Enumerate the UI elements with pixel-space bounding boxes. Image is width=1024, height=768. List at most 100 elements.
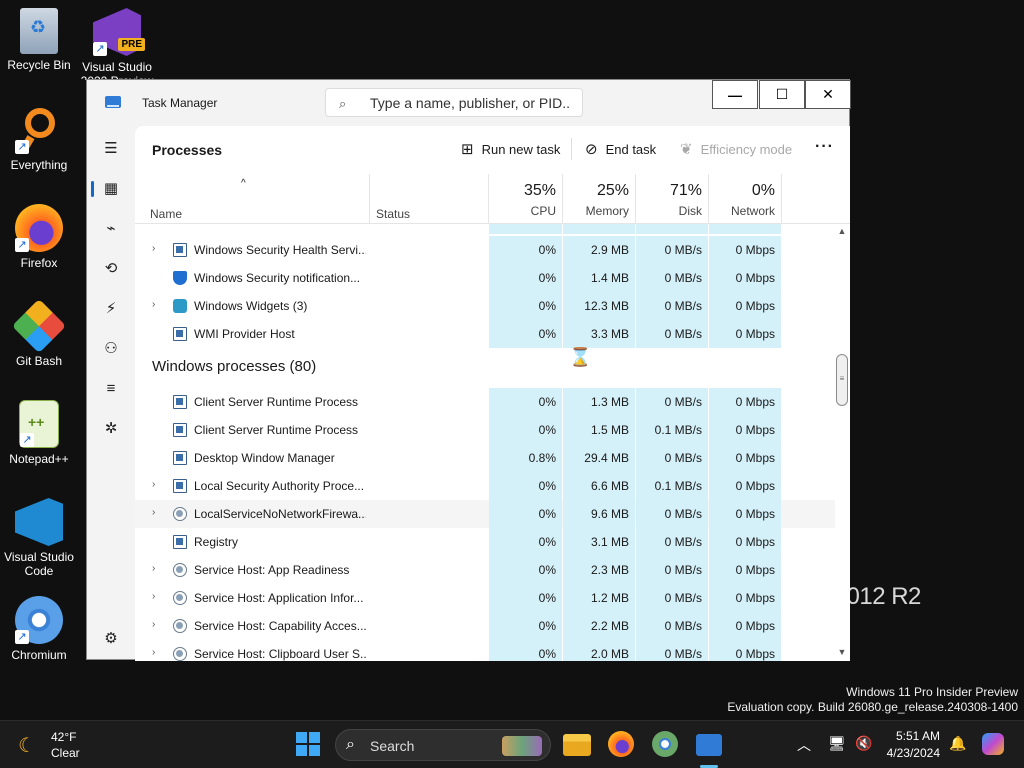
- vertical-scrollbar[interactable]: ▲ ≡ ▼: [835, 224, 849, 661]
- minimize-button[interactable]: —: [712, 80, 758, 109]
- desktop-icon-visual-studio[interactable]: PRE ↗ Visual Studio 2022 Preview: [79, 8, 155, 80]
- table-row[interactable]: WMI Provider Host 0% 3.3 MB 0 MB/s 0 Mbps: [135, 320, 835, 348]
- firefox-taskbar-icon[interactable]: [608, 731, 634, 757]
- show-hidden-icons-chevron-icon[interactable]: ︿: [797, 735, 811, 755]
- column-divider[interactable]: [635, 174, 636, 224]
- minimize-icon: —: [728, 86, 742, 103]
- column-header-disk[interactable]: 71% Disk: [636, 182, 708, 218]
- scrollbar-thumb[interactable]: ≡: [836, 354, 848, 406]
- nav-details-icon[interactable]: ≡: [99, 376, 123, 400]
- expand-chevron-icon[interactable]: ›: [152, 563, 155, 574]
- eval-line-2: Evaluation copy. Build 26080.ge_release.…: [727, 700, 1018, 714]
- weather-condition[interactable]: Clear: [51, 746, 80, 760]
- column-divider[interactable]: [708, 174, 709, 224]
- table-row[interactable]: › Service Host: App Readiness 0% 2.3 MB 0 MB…: [135, 556, 835, 584]
- copilot-icon[interactable]: [982, 733, 1004, 755]
- table-row[interactable]: › Local Security Authority Proce... 0% 6.6 …: [135, 472, 835, 500]
- expand-chevron-icon[interactable]: ›: [152, 479, 155, 490]
- clock-date[interactable]: 4/23/2024: [880, 746, 940, 760]
- table-row[interactable]: › Service Host: Capability Acces... 0% 2.2 …: [135, 612, 835, 640]
- memory-cell: 2.2 MB: [563, 612, 635, 640]
- scroll-up-arrow-icon[interactable]: ▲: [836, 226, 848, 238]
- table-row[interactable]: Client Server Runtime Process 0% 1.5 MB 0.1…: [135, 416, 835, 444]
- more-options-icon[interactable]: ···: [815, 138, 834, 156]
- file-explorer-icon[interactable]: [563, 734, 591, 756]
- process-window-icon: [173, 423, 187, 437]
- run-new-task-button[interactable]: ⊞ Run new task: [461, 140, 560, 158]
- process-search-input[interactable]: [370, 94, 570, 112]
- nav-users-icon[interactable]: ⚇: [99, 336, 123, 360]
- efficiency-mode-button[interactable]: ❦ Efficiency mode: [680, 140, 792, 158]
- service-gear-icon: [173, 507, 187, 521]
- table-row[interactable]: › Service Host: Application Infor... 0% 1.2…: [135, 584, 835, 612]
- desktop-icon-git-bash[interactable]: Git Bash: [1, 298, 77, 368]
- clock-time[interactable]: 5:51 AM: [880, 729, 940, 743]
- nav-settings-gear-icon[interactable]: ⚙: [99, 626, 123, 650]
- expand-chevron-icon[interactable]: ›: [152, 507, 155, 518]
- nav-services-icon[interactable]: ✲: [99, 416, 123, 440]
- table-row-partial[interactable]: [135, 224, 835, 234]
- moon-weather-icon[interactable]: ☾: [18, 733, 36, 758]
- expand-chevron-icon[interactable]: ›: [152, 619, 155, 630]
- column-header-memory[interactable]: 25% Memory: [563, 182, 635, 218]
- table-row[interactable]: › LocalServiceNoNetworkFirewa... 0% 9.6 MB 0…: [135, 500, 835, 528]
- column-divider[interactable]: [781, 174, 782, 224]
- column-header-network[interactable]: 0% Network: [709, 182, 781, 218]
- memory-cell: 3.1 MB: [563, 528, 635, 556]
- desktop-icon-vscode[interactable]: Visual Studio Code: [1, 498, 77, 578]
- notification-bell-icon[interactable]: 🔔: [949, 735, 966, 752]
- nav-app-history-icon[interactable]: ⟲: [99, 256, 123, 280]
- nav-processes-icon[interactable]: ▦: [99, 176, 123, 200]
- start-button[interactable]: [296, 732, 320, 756]
- memory-label: Memory: [585, 204, 629, 218]
- desktop-icon-firefox[interactable]: ↗ Firefox: [1, 204, 77, 270]
- column-divider[interactable]: [562, 174, 563, 224]
- disk-label: Disk: [678, 204, 702, 218]
- shortcut-arrow-icon: ↗: [93, 42, 107, 56]
- expand-chevron-icon[interactable]: ›: [152, 647, 155, 658]
- section-title: Windows processes (80): [152, 358, 317, 375]
- column-header-status[interactable]: Status: [376, 207, 410, 221]
- end-task-icon: ⊘: [585, 141, 598, 158]
- search-icon: ⌕: [339, 96, 347, 111]
- desktop-icon-chromium[interactable]: ↗ Chromium: [1, 596, 77, 662]
- column-divider[interactable]: [488, 174, 489, 224]
- maximize-button[interactable]: ☐: [759, 80, 805, 109]
- title-bar[interactable]: Task Manager ⌕ — ☐ ✕: [87, 80, 851, 126]
- table-row[interactable]: Windows Security notification... 0% 1.4 MB…: [135, 264, 835, 292]
- taskbar-search-box[interactable]: ⌕ Search: [335, 729, 551, 761]
- table-row[interactable]: Desktop Window Manager 0.8% 29.4 MB 0 MB/s 0…: [135, 444, 835, 472]
- desktop-icon-everything[interactable]: ↗ Everything: [1, 106, 77, 172]
- table-row[interactable]: › Windows Widgets (3) 0% 12.3 MB 0 MB/s 0 Mbp…: [135, 292, 835, 320]
- end-task-button[interactable]: ⊘ End task: [585, 140, 656, 158]
- column-divider[interactable]: [369, 174, 370, 224]
- expand-chevron-icon[interactable]: ›: [152, 243, 155, 254]
- memory-cell: 6.6 MB: [563, 472, 635, 500]
- task-manager-taskbar-icon[interactable]: [696, 734, 722, 756]
- cpu-cell: 0%: [489, 320, 562, 348]
- network-icon[interactable]: 🖥: [828, 735, 846, 752]
- column-header-name[interactable]: Name: [150, 207, 182, 221]
- process-search-box[interactable]: ⌕: [325, 88, 583, 117]
- desktop-icon-notepad-plus-plus[interactable]: ++ ↗ Notepad++: [1, 400, 77, 466]
- table-row[interactable]: Registry 0% 3.1 MB 0 MB/s 0 Mbps: [135, 528, 835, 556]
- disk-cell: 0 MB/s: [636, 320, 708, 348]
- chromium-taskbar-icon[interactable]: [652, 731, 678, 757]
- nav-startup-apps-icon[interactable]: ⚡: [99, 296, 123, 320]
- volume-muted-icon[interactable]: 🔇: [855, 735, 872, 752]
- memory-cell: 2.9 MB: [563, 236, 635, 264]
- scroll-down-arrow-icon[interactable]: ▼: [836, 647, 848, 659]
- section-header-windows-processes[interactable]: Windows processes (80): [135, 346, 835, 388]
- hamburger-menu-icon[interactable]: ☰: [99, 136, 123, 160]
- table-row[interactable]: Client Server Runtime Process 0% 1.3 MB 0 M…: [135, 388, 835, 416]
- column-header-cpu[interactable]: 35% CPU: [489, 182, 562, 218]
- disk-cell: 0.1 MB/s: [636, 472, 708, 500]
- table-row[interactable]: › Service Host: Clipboard User S... 0% 2.0 …: [135, 640, 835, 661]
- weather-temperature[interactable]: 42°F: [51, 730, 76, 744]
- expand-chevron-icon[interactable]: ›: [152, 591, 155, 602]
- expand-chevron-icon[interactable]: ›: [152, 299, 155, 310]
- desktop-icon-recycle-bin[interactable]: ♻ Recycle Bin: [1, 8, 77, 72]
- nav-performance-icon[interactable]: ⌁: [99, 216, 123, 240]
- close-button[interactable]: ✕: [805, 80, 851, 109]
- table-row[interactable]: › Windows Security Health Servi... 0% 2.9 M…: [135, 236, 835, 264]
